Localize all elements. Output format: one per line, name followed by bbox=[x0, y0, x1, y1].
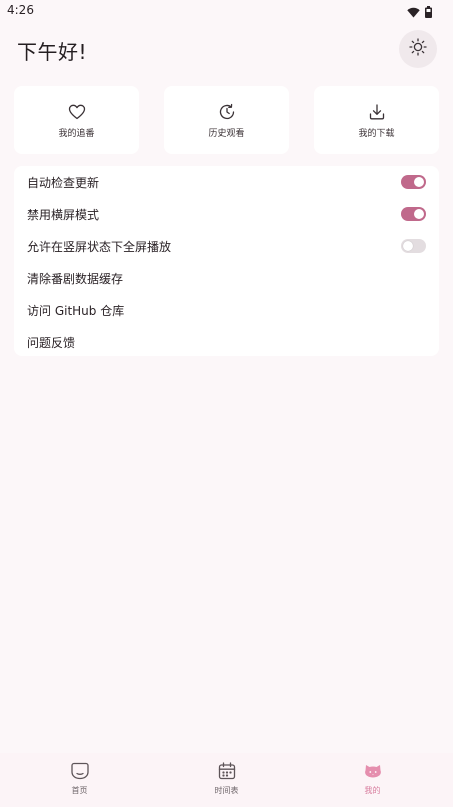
status-bar: 4:26 bbox=[0, 0, 453, 22]
setting-label: 允许在竖屏状态下全屏播放 bbox=[27, 240, 172, 254]
heart-icon bbox=[68, 103, 86, 125]
sun-icon bbox=[409, 38, 427, 60]
greeting-title: 下午好! bbox=[17, 40, 88, 64]
quick-action-label: 历史观看 bbox=[208, 129, 245, 139]
nav-label: 时间表 bbox=[214, 786, 239, 795]
history-icon bbox=[218, 103, 236, 125]
disable-landscape-toggle[interactable] bbox=[401, 207, 426, 221]
quick-action-label: 我的下载 bbox=[358, 129, 395, 139]
calendar-icon bbox=[217, 761, 237, 785]
quick-action-favorites[interactable]: 我的追番 bbox=[14, 86, 139, 154]
quick-action-label: 我的追番 bbox=[58, 129, 95, 139]
setting-label: 访问 GitHub 仓库 bbox=[27, 304, 125, 318]
status-time: 4:26 bbox=[7, 3, 34, 17]
nav-item-schedule[interactable]: 时间表 bbox=[151, 753, 302, 807]
portrait-fullscreen-toggle[interactable] bbox=[401, 239, 426, 253]
download-icon bbox=[368, 103, 386, 125]
setting-portrait-fullscreen[interactable]: 允许在竖屏状态下全屏播放 bbox=[14, 230, 439, 262]
bottom-nav: 首页 时间表 我的 bbox=[0, 753, 453, 807]
nav-label: 我的 bbox=[364, 786, 381, 795]
setting-label: 禁用横屏模式 bbox=[27, 208, 100, 222]
battery-icon bbox=[425, 3, 432, 22]
nav-label: 首页 bbox=[71, 786, 88, 795]
quick-action-history[interactable]: 历史观看 bbox=[164, 86, 289, 154]
setting-label: 自动检查更新 bbox=[27, 176, 100, 190]
home-icon bbox=[70, 761, 90, 785]
theme-toggle-button[interactable] bbox=[399, 30, 437, 68]
auto-update-toggle[interactable] bbox=[401, 175, 426, 189]
setting-feedback[interactable]: 问题反馈 bbox=[14, 326, 439, 358]
setting-disable-landscape[interactable]: 禁用横屏模式 bbox=[14, 198, 439, 230]
wifi-icon bbox=[407, 3, 420, 22]
setting-clear-cache[interactable]: 清除番剧数据缓存 bbox=[14, 262, 439, 294]
setting-auto-update[interactable]: 自动检查更新 bbox=[14, 166, 439, 198]
setting-label: 清除番剧数据缓存 bbox=[27, 272, 124, 286]
status-icons bbox=[407, 3, 432, 22]
setting-github-repo[interactable]: 访问 GitHub 仓库 bbox=[14, 294, 439, 326]
nav-item-home[interactable]: 首页 bbox=[4, 753, 155, 807]
nav-item-mine[interactable]: 我的 bbox=[297, 753, 448, 807]
setting-label: 问题反馈 bbox=[27, 336, 76, 350]
quick-action-downloads[interactable]: 我的下载 bbox=[314, 86, 439, 154]
settings-list: 自动检查更新 禁用横屏模式 允许在竖屏状态下全屏播放 清除番剧数据缓存 访问 G… bbox=[14, 166, 439, 356]
cat-face-icon bbox=[363, 761, 383, 785]
